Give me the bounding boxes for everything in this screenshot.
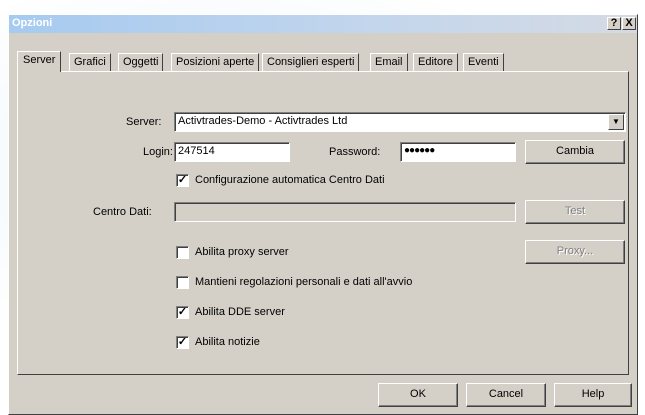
tab-consiglieri-esperti[interactable]: Consiglieri esperti (262, 53, 360, 71)
check-icon: ✓ (176, 306, 189, 319)
proxy-label: Abilita proxy server (195, 246, 289, 258)
title-bar: Opzioni ? X (9, 15, 637, 33)
password-input[interactable]: ●●●●●● (400, 142, 516, 162)
ok-button[interactable]: OK (378, 383, 458, 407)
password-label: Password: (329, 146, 381, 158)
auto-config-label: Configurazione automatica Centro Dati (195, 174, 385, 186)
tab-editore[interactable]: Editore (413, 53, 458, 71)
tab-oggetti[interactable]: Oggetti (118, 53, 164, 71)
login-input[interactable]: 247514 (174, 142, 290, 162)
tab-posizioni-aperte[interactable]: Posizioni aperte (171, 53, 260, 71)
close-button[interactable]: X (622, 17, 636, 30)
check-icon: ✓ (176, 336, 189, 349)
tab-server[interactable]: Server (17, 51, 62, 72)
help-button[interactable]: Help (554, 383, 632, 407)
test-button[interactable]: Test (525, 200, 625, 224)
tab-email[interactable]: Email (370, 53, 408, 71)
options-dialog: Opzioni ? X Server Grafici Oggetti Posiz… (8, 14, 638, 415)
server-dropdown[interactable]: Activtrades-Demo - Activtrades Ltd ▼ (174, 112, 626, 132)
data-center-input[interactable] (174, 202, 516, 222)
news-label: Abilita notizie (195, 336, 260, 348)
server-label: Server: (126, 116, 162, 128)
cancel-button[interactable]: Cancel (466, 383, 546, 407)
help-title-button[interactable]: ? (607, 17, 621, 30)
check-icon: ✓ (176, 174, 189, 187)
window-title: Opzioni (12, 17, 53, 29)
proxy-button[interactable]: Proxy... (525, 240, 625, 264)
tab-eventi[interactable]: Eventi (463, 53, 504, 71)
keep-settings-label: Mantieni regolazioni personali e dati al… (195, 276, 413, 288)
chevron-down-icon[interactable]: ▼ (608, 114, 624, 130)
server-tab-panel: Server: Activtrades-Demo - Activtrades L… (17, 71, 629, 375)
dde-label: Abilita DDE server (195, 306, 285, 318)
data-center-label: Centro Dati: (93, 206, 152, 218)
server-value: Activtrades-Demo - Activtrades Ltd (178, 115, 348, 127)
tab-grafici[interactable]: Grafici (69, 53, 111, 71)
change-button[interactable]: Cambia (525, 140, 625, 164)
login-label: Login: (143, 146, 173, 158)
